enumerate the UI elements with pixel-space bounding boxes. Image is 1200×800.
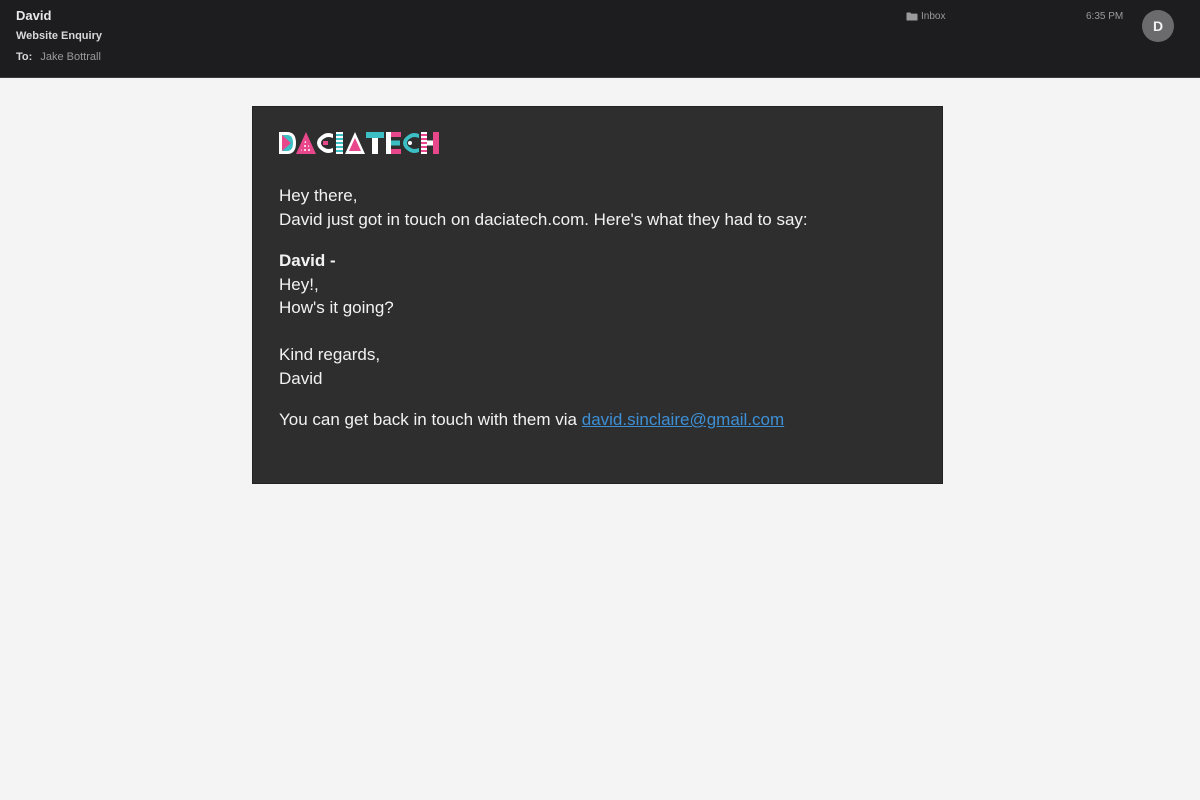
greeting: Hey there, (279, 186, 358, 205)
to-label: To: (16, 51, 33, 63)
recipient-line: To: Jake Bottrall (16, 51, 101, 63)
message-author: David - (279, 251, 336, 270)
contact-email-link[interactable]: david.sinclaire@gmail.com (582, 410, 784, 429)
contact-prefix: You can get back in touch with them via (279, 410, 582, 429)
sender-avatar[interactable]: D (1142, 10, 1174, 42)
folder-location[interactable]: Inbox (906, 11, 945, 22)
email-body: Hey there, David just got in touch on da… (279, 184, 916, 432)
folder-label: Inbox (921, 11, 946, 22)
folder-icon (906, 12, 918, 21)
intro-text: David just got in touch on daciatech.com… (279, 209, 808, 229)
email-time: 6:35 PM (1086, 11, 1124, 22)
message-line: Hey!, (279, 274, 319, 294)
message-line: How's it going? (279, 298, 394, 317)
signature: David (279, 368, 323, 388)
recipient-name[interactable]: Jake Bottrall (40, 51, 101, 63)
sender-name: David (16, 8, 52, 23)
email-header: David Website Enquiry To: Jake Bottrall … (0, 0, 1200, 78)
signoff: Kind regards, (279, 345, 381, 364)
email-subject: Website Enquiry (16, 30, 102, 42)
daciatech-logo (279, 132, 439, 154)
contact-line: You can get back in touch with them via … (279, 408, 916, 432)
email-body-card: Hey there, David just got in touch on da… (252, 106, 943, 484)
